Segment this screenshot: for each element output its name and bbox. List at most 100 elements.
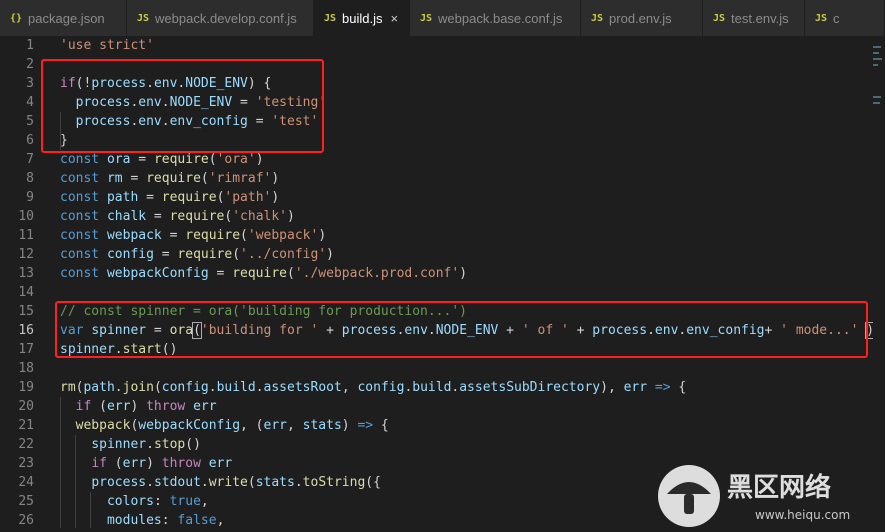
code-token: require xyxy=(185,228,241,243)
tab-5[interactable]: JS test.env.js xyxy=(703,0,805,36)
code-token: throw xyxy=(161,456,201,471)
tab-6[interactable]: JS c xyxy=(805,0,885,36)
code-token: ( xyxy=(153,380,162,395)
code-token: ) xyxy=(287,209,295,224)
js-file-icon: JS xyxy=(324,12,337,24)
code-token: webpack xyxy=(106,228,162,243)
tab-label: webpack.base.conf.js xyxy=(438,10,563,26)
code-line[interactable]: const webpackConfig = require('./webpack… xyxy=(60,264,880,283)
code-line[interactable] xyxy=(60,359,880,378)
line-number-gutter: 1 2 3 4 5 6 7 8 9 10 11 12 13 14 15 16 17 18 19 20 21 22 23 24 2… xyxy=(0,36,45,528)
code-editor[interactable]: 1 2 3 4 5 6 7 8 9 10 11 12 13 14 15 16 17 18 19 20 21 22 23 24 2… xyxy=(0,36,885,528)
code-token: ) xyxy=(318,228,327,243)
tab-label: package.json xyxy=(28,10,105,26)
code-token: err xyxy=(122,456,147,471)
line-number: 23 xyxy=(18,456,34,471)
code-token: const xyxy=(60,171,100,186)
line-number: 1 xyxy=(26,38,34,53)
minimap[interactable] xyxy=(873,36,885,528)
code-token: join xyxy=(122,380,154,395)
code-token: colors xyxy=(106,494,154,509)
code-token: config xyxy=(357,380,405,395)
close-icon[interactable]: × xyxy=(391,11,399,26)
code-line[interactable]: const path = require('path') xyxy=(60,188,880,207)
code-line[interactable]: webpack(webpackConfig, (err, stats) => { xyxy=(60,416,880,435)
code-token: throw xyxy=(146,399,186,414)
code-token: ( xyxy=(208,152,217,167)
code-token: config xyxy=(106,247,154,262)
line-number: 8 xyxy=(26,171,34,186)
tab-label: c xyxy=(833,10,840,26)
code-line[interactable]: rm(path.join(config.build.assetsRoot, co… xyxy=(60,378,880,397)
tab-3[interactable]: JS webpack.base.conf.js xyxy=(410,0,581,36)
code-token: err xyxy=(193,399,217,414)
code-line[interactable]: spinner.stop() xyxy=(60,435,880,454)
code-token: . xyxy=(146,475,154,490)
tab-0[interactable]: {} package.json xyxy=(0,0,127,36)
code-token: ( xyxy=(287,266,295,281)
code-token: 'webpack' xyxy=(247,228,319,243)
line-number: 11 xyxy=(18,228,34,243)
code-token: ), xyxy=(600,380,624,395)
line-number: 21 xyxy=(18,418,34,433)
line-number: 14 xyxy=(18,285,34,300)
code-token: => xyxy=(654,380,671,395)
code-token: const xyxy=(60,247,100,262)
code-token: rm xyxy=(106,171,123,186)
tab-4[interactable]: JS prod.env.js xyxy=(581,0,703,36)
line-number: 22 xyxy=(18,437,34,452)
code-token: require xyxy=(161,190,217,205)
code-line[interactable]: const webpack = require('webpack') xyxy=(60,226,880,245)
code-token: stdout xyxy=(153,475,201,490)
line-number: 10 xyxy=(18,209,34,224)
code-token: err xyxy=(623,380,648,395)
code-token: = xyxy=(153,247,178,262)
code-token: ora xyxy=(106,152,131,167)
code-token: ) xyxy=(341,418,358,433)
code-token: : xyxy=(153,494,170,509)
code-token: ) xyxy=(326,247,334,262)
code-line[interactable]: const config = require('../config') xyxy=(60,245,880,264)
code-token: path xyxy=(83,380,115,395)
code-token: require xyxy=(169,209,225,224)
code-line[interactable]: 'use strict' xyxy=(60,36,880,55)
code-token: config xyxy=(161,380,209,395)
code-line[interactable]: const chalk = require('chalk') xyxy=(60,207,880,226)
line-number: 25 xyxy=(18,494,34,509)
js-file-icon: JS xyxy=(420,12,433,24)
code-token: './webpack.prod.conf' xyxy=(294,266,460,281)
line-number: 26 xyxy=(18,513,34,528)
tab-1[interactable]: JS webpack.develop.conf.js xyxy=(127,0,314,36)
code-line[interactable]: const rm = require('rimraf') xyxy=(60,169,880,188)
code-token: build xyxy=(412,380,452,395)
tab-2[interactable]: JS build.js × xyxy=(314,0,410,36)
code-line[interactable]: if (err) throw err xyxy=(60,397,880,416)
line-number: 2 xyxy=(26,57,34,72)
code-token: ( xyxy=(247,475,256,490)
code-token: modules xyxy=(106,513,162,528)
code-token: stats xyxy=(302,418,342,433)
code-line[interactable] xyxy=(60,283,880,302)
code-token: err xyxy=(263,418,287,433)
code-token: () xyxy=(185,437,201,452)
code-token: = xyxy=(122,171,147,186)
line-number: 16 xyxy=(18,323,34,338)
line-number: 4 xyxy=(26,95,34,110)
code-token: false xyxy=(177,513,217,528)
code-token: = xyxy=(138,190,162,205)
code-token: 'use strict' xyxy=(60,38,154,53)
code-token: . xyxy=(146,437,154,452)
code-token: 'rimraf' xyxy=(208,171,272,186)
js-file-icon: JS xyxy=(713,12,726,24)
code-token: 'chalk' xyxy=(232,209,288,224)
tab-label: webpack.develop.conf.js xyxy=(155,10,297,26)
code-token: '../config' xyxy=(240,247,327,262)
